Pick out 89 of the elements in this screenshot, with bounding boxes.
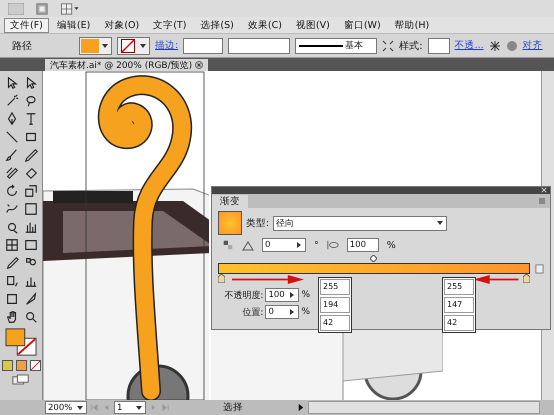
right-caret-icon xyxy=(288,308,296,316)
type-icon[interactable] xyxy=(24,112,38,126)
menu-item[interactable]: 对象(O) xyxy=(98,18,146,32)
rgb-value-field: 42 xyxy=(444,315,474,331)
type-label: 类型: xyxy=(246,216,270,230)
scale-icon[interactable] xyxy=(24,184,38,198)
rgb-value-field: 255 xyxy=(444,279,474,295)
gradient-mode-icon[interactable] xyxy=(16,360,26,371)
menu-item[interactable]: 窗口(W) xyxy=(338,18,387,32)
blob-brush-icon[interactable] xyxy=(4,166,18,180)
document-tab[interactable]: 汽车素材.ai* @ 200% (RGB/预览) xyxy=(45,59,208,71)
arrange-documents-icon[interactable] xyxy=(60,2,80,14)
play-icon[interactable] xyxy=(296,403,305,412)
brush-icon[interactable] xyxy=(4,148,18,162)
menu-item[interactable]: 帮助(H) xyxy=(388,18,436,32)
knife-icon[interactable] xyxy=(24,292,38,306)
menu-item[interactable]: 视图(V) xyxy=(290,18,336,32)
opacity-link[interactable]: 不透... xyxy=(454,39,484,52)
pencil-icon[interactable] xyxy=(24,148,38,162)
color-stop-icon[interactable] xyxy=(218,274,225,283)
no-stroke-swatch-icon xyxy=(119,38,137,52)
rotate-icon[interactable] xyxy=(4,184,18,198)
line-icon[interactable] xyxy=(4,130,18,144)
current-tool-label[interactable]: 选择 xyxy=(173,401,293,414)
horizontal-scrollbar[interactable] xyxy=(308,401,540,414)
gradient-panel-tab[interactable]: 渐变 xyxy=(212,195,248,208)
panel-menu-icon[interactable] xyxy=(538,197,546,205)
degree-sign: ° xyxy=(314,240,319,250)
opacity-label: 不透明度: xyxy=(224,290,264,302)
page-dropdown[interactable]: 1 xyxy=(114,401,146,414)
rgb-value-field: 42 xyxy=(320,315,350,331)
variable-width-dropdown[interactable] xyxy=(228,38,290,54)
close-icon[interactable] xyxy=(195,61,204,69)
sparkle-icon[interactable] xyxy=(488,40,501,52)
right-caret-icon xyxy=(288,291,296,299)
rgb-value-field: 255 xyxy=(320,279,350,295)
zoom-icon[interactable] xyxy=(24,310,38,324)
fill-stroke-swatches-icon[interactable] xyxy=(4,327,38,357)
none-mode-icon[interactable] xyxy=(30,360,40,371)
stroke-color-dropdown[interactable] xyxy=(117,36,150,54)
menu-item[interactable]: 编辑(E) xyxy=(50,18,96,32)
style-label: 样式: xyxy=(399,40,423,52)
caret-icon xyxy=(76,404,84,412)
color-stop-icon[interactable] xyxy=(523,274,530,283)
trash-icon[interactable] xyxy=(535,263,544,274)
menu-item[interactable]: 文件(F) xyxy=(4,18,49,32)
menu-item[interactable]: 效果(C) xyxy=(242,18,288,32)
location-field[interactable]: 0 xyxy=(265,305,300,319)
gradient-swatch[interactable] xyxy=(218,211,242,235)
align-link[interactable]: 对齐 xyxy=(522,39,543,52)
type-dropdown[interactable]: 径向 xyxy=(273,216,448,230)
hand-icon[interactable] xyxy=(4,310,18,324)
angle-field[interactable]: 0 xyxy=(262,238,306,252)
bridge-icon[interactable] xyxy=(36,2,48,14)
reverse-gradient-icon[interactable] xyxy=(222,239,234,251)
right-caret-icon xyxy=(295,241,303,249)
brush-definition-dropdown[interactable]: 基本 xyxy=(295,38,378,54)
object-type-label: 路径 xyxy=(12,40,33,52)
wand-icon[interactable] xyxy=(4,94,18,108)
app-logo-icon xyxy=(8,2,24,14)
rectangle-icon[interactable] xyxy=(24,130,38,144)
zoom-dropdown[interactable]: 200% xyxy=(45,401,87,414)
aspect-ratio-field[interactable]: 100 xyxy=(346,238,379,252)
menu-item[interactable]: 选择(S) xyxy=(194,18,240,32)
angle-icon xyxy=(242,239,254,251)
caret-icon xyxy=(101,42,109,50)
percent-sign: % xyxy=(301,307,310,317)
mesh-icon[interactable] xyxy=(4,238,18,252)
menu-item[interactable]: 文字(T) xyxy=(147,18,192,32)
percent-sign: % xyxy=(301,290,310,300)
caret-icon xyxy=(135,404,143,412)
rgb-value-field: 194 xyxy=(320,297,350,313)
rgb-value-field: 147 xyxy=(444,297,474,313)
aspect-ratio-icon xyxy=(326,239,339,251)
lasso-icon[interactable] xyxy=(24,94,38,108)
caret-icon xyxy=(436,219,444,227)
opacity-field[interactable]: 100 xyxy=(265,288,300,302)
stroke-link[interactable]: 描边: xyxy=(155,39,178,52)
screen-mode-icon[interactable] xyxy=(12,374,30,385)
graph-icon[interactable] xyxy=(24,220,38,234)
percent-sign: % xyxy=(386,240,396,250)
location-label: 位置: xyxy=(242,306,264,318)
expand-icon[interactable] xyxy=(382,40,394,52)
stroke-weight-dropdown[interactable] xyxy=(183,38,224,54)
fill-color-dropdown[interactable] xyxy=(79,36,112,54)
color-mode-icon[interactable] xyxy=(2,360,12,371)
caret-icon xyxy=(139,42,147,50)
eyedropper-icon[interactable] xyxy=(4,256,18,270)
style-dropdown[interactable] xyxy=(428,38,450,54)
